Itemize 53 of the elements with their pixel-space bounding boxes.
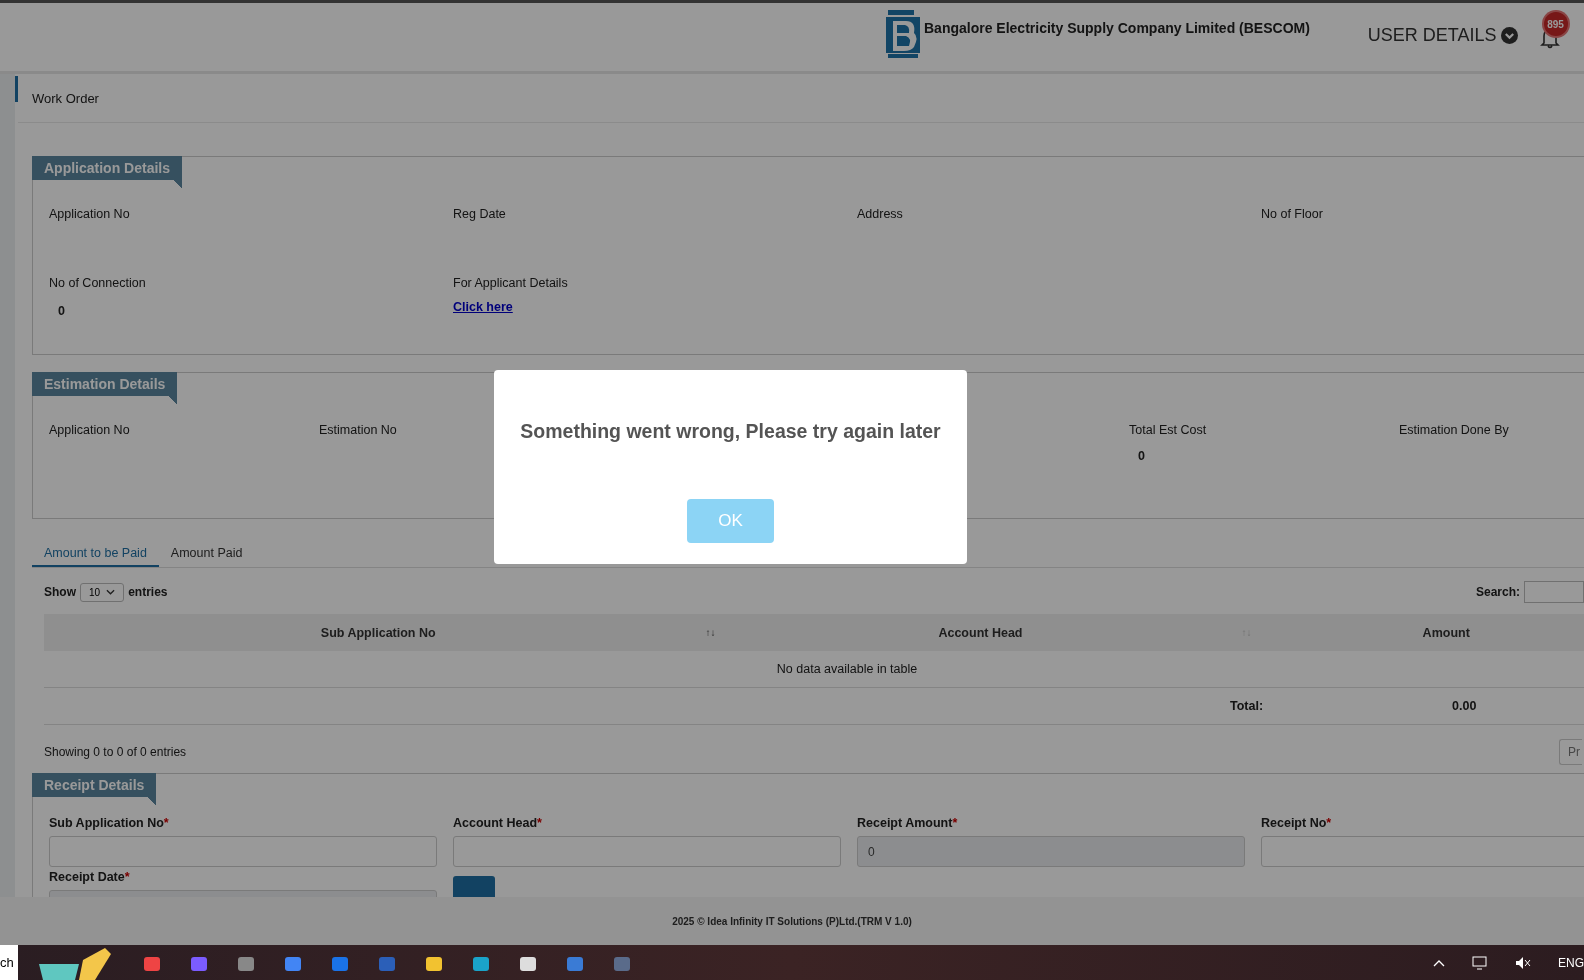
field-value: 0 xyxy=(1138,449,1145,463)
tab[interactable]: Amount to be Paid xyxy=(32,540,159,567)
field-label: Receipt Amount* xyxy=(857,816,958,830)
click-here-link[interactable]: Click here xyxy=(453,300,513,314)
taskbar-search-text[interactable]: ch xyxy=(0,945,18,980)
previous-button[interactable]: Pr xyxy=(1559,739,1582,765)
tab[interactable]: Amount Paid xyxy=(158,540,255,567)
total-value: 0.00 xyxy=(1452,699,1477,713)
show-label: Show xyxy=(44,585,76,599)
search-label: Search: xyxy=(1475,585,1520,599)
logo-icon xyxy=(886,9,920,59)
section-header: Application Details xyxy=(32,156,183,188)
caret-up-icon[interactable] xyxy=(1433,958,1445,967)
column-header[interactable]: Amount xyxy=(1422,625,1470,640)
field-label: Application No xyxy=(49,207,130,221)
column-header[interactable]: Sub Application No xyxy=(320,625,436,640)
section-header: Receipt Details xyxy=(32,773,157,805)
field-label: Total Est Cost xyxy=(1129,423,1207,437)
empty-table-message: No data available in table xyxy=(776,662,918,676)
field-value: 0 xyxy=(58,304,65,318)
input-field[interactable] xyxy=(453,836,841,867)
speaker-muted-icon[interactable] xyxy=(1515,955,1531,970)
field-label: Reg Date xyxy=(453,207,506,221)
input-field[interactable] xyxy=(49,836,437,867)
entries-label: entries xyxy=(128,585,168,599)
field-label: Estimation No xyxy=(319,423,397,437)
chevron-down-icon xyxy=(1500,27,1518,44)
section-header: Estimation Details xyxy=(32,372,178,404)
field-label: Sub Application No* xyxy=(49,816,169,830)
footer-text: 2025 © Idea Infinity IT Solutions (P)Ltd.(TRM V 1.0) xyxy=(672,915,912,927)
company-name: Bangalore Electricity Supply Company Limited (BESCOM) xyxy=(924,20,1310,36)
field-label: Address xyxy=(857,207,903,221)
field-label: Application No xyxy=(49,423,130,437)
sort-icon[interactable]: ↑↓ xyxy=(705,627,716,638)
chevron-down-icon xyxy=(106,589,116,595)
field-label: Receipt Date* xyxy=(49,870,130,884)
notification-badge: 895 xyxy=(1543,12,1568,36)
page-title: Work Order xyxy=(32,90,99,106)
field-label: Receipt No* xyxy=(1261,816,1332,830)
total-label: Total: xyxy=(1230,699,1264,713)
page-size-select[interactable]: 10 xyxy=(80,582,125,602)
field-label: Account Head* xyxy=(453,816,542,830)
field-label: Estimation Done By xyxy=(1399,423,1509,437)
field-label: No of Floor xyxy=(1261,207,1323,221)
dialog-message: Something went wrong, Please try again later xyxy=(520,420,941,443)
user-details-menu[interactable]: USER DETAILS xyxy=(1367,25,1518,46)
field-label: For Applicant Details xyxy=(453,276,568,290)
field-label: No of Connection xyxy=(49,276,146,290)
input-field[interactable] xyxy=(1261,836,1584,867)
language-indicator[interactable]: ENG xyxy=(1558,955,1584,970)
table-info: Showing 0 to 0 of 0 entries xyxy=(44,745,187,759)
search-field[interactable] xyxy=(1524,581,1584,603)
column-header[interactable]: Account Head xyxy=(938,625,1023,640)
